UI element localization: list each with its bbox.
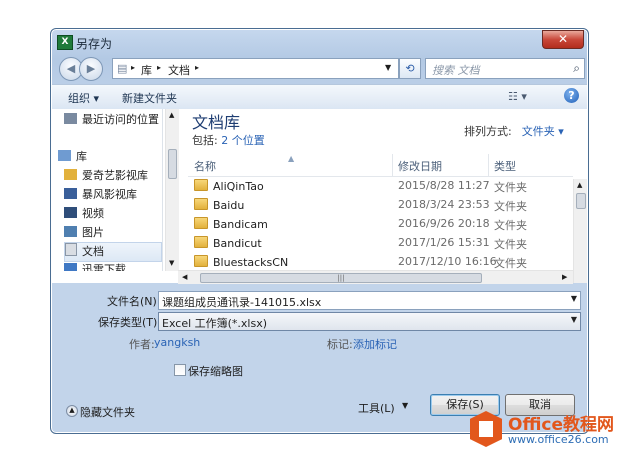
chevron-down-icon[interactable]: ▼ [571,294,577,303]
scroll-up-icon[interactable]: ▲ [169,111,174,119]
navigation-pane: 最近访问的位置 库 爱奇艺影视库 暴风影视库 视频 图片 文档 迅雷下载 [52,109,163,271]
forward-button[interactable]: ▶ [79,57,103,81]
sidebar-item-pictures[interactable]: 图片 [64,224,160,242]
scroll-right-icon[interactable]: ▶ [562,273,567,281]
chevron-down-icon[interactable]: ▼ [402,401,408,410]
locations-link[interactable]: 2 个位置 [221,134,265,147]
dialog-title: 另存为 [76,37,113,51]
library-includes: 包括: 2 个位置 [192,134,265,147]
file-browser: 最近访问的位置 库 爱奇艺影视库 暴风影视库 视频 图片 文档 迅雷下载 ▲ ▼… [52,109,587,284]
chevron-down-icon[interactable]: ▼ [385,63,391,72]
excel-icon: X [57,35,73,50]
office-logo-icon [470,411,502,447]
filetype-select[interactable]: Excel 工作簿(*.xlsx) ▼ [158,312,581,331]
video-icon [64,207,77,218]
file-row[interactable]: AliQinTao 2015/8/28 11:27 文件夹 [188,177,573,196]
view-options-icon[interactable]: ☷ ▾ [508,90,527,103]
navigation-bar: ◀ ▶ ▤ ▸ 库 ▸ 文档 ▸ ▼ ⟲ 搜索 文档 ⌕ [57,55,585,81]
scrollbar-thumb[interactable] [168,149,177,179]
arrange-by-dropdown[interactable]: 文件夹 ▾ [522,125,564,138]
save-thumbnail-label: 保存缩略图 [188,365,243,378]
sidebar-item-library[interactable]: 库 [58,148,154,166]
tags-label: 标记: [327,338,353,351]
watermark: Office教程网 www.office26.com [470,408,630,456]
author-label: 作者: [129,338,155,351]
column-type[interactable]: 类型 [494,158,516,174]
refresh-button[interactable]: ⟲ [399,58,421,79]
documents-icon [65,243,77,256]
sidebar-item-videos[interactable]: 视频 [64,205,160,223]
filetype-value: Excel 工作簿(*.xlsx) [162,317,268,330]
scroll-down-icon[interactable]: ▼ [169,259,174,267]
file-row[interactable]: Baidu 2018/3/24 23:53 文件夹 [188,196,573,215]
file-list-vertical-scrollbar[interactable]: ▲ [573,179,587,283]
scrollbar-thumb[interactable]: ||| [200,273,482,283]
filename-input[interactable]: 课题组成员通讯录-141015.xlsx ▼ [158,291,581,310]
sidebar-item-thunder[interactable]: 迅雷下载 [64,261,160,271]
chevron-up-icon[interactable]: ▲ [66,405,78,417]
chevron-right-icon: ▸ [131,63,136,72]
file-row[interactable]: Bandicut 2017/1/26 15:31 文件夹 [188,234,573,253]
library-icon: ▤ [117,62,128,75]
library-icon [58,150,71,161]
filename-label: 文件名(N): [107,295,161,308]
recent-places-icon [64,113,77,124]
search-input[interactable]: 搜索 文档 ⌕ [425,58,585,79]
author-value[interactable]: yangksh [154,336,200,349]
folder-icon [64,169,77,180]
scrollbar-thumb[interactable] [576,193,586,209]
tools-menu[interactable]: 工具(L) [358,400,395,416]
sidebar-item-recent[interactable]: 最近访问的位置 [64,111,160,129]
search-icon[interactable]: ⌕ [573,61,580,76]
new-folder-button[interactable]: 新建文件夹 [122,90,177,106]
breadcrumb-library[interactable]: 库 [141,62,152,78]
watermark-url: www.office26.com [508,433,609,446]
folder-icon [194,236,208,248]
breadcrumb-documents[interactable]: 文档 [168,62,190,78]
scroll-left-icon[interactable]: ◀ [182,273,187,281]
toolbar: 组织 ▾ 新建文件夹 ☷ ▾ ? [52,84,587,110]
scroll-up-icon[interactable]: ▲ [577,181,582,189]
file-row[interactable]: Bandicam 2016/9/26 20:18 文件夹 [188,215,573,234]
folder-icon [194,217,208,229]
close-button[interactable]: ✕ [542,30,584,49]
save-as-dialog: X 另存为 ✕ ◀ ▶ ▤ ▸ 库 ▸ 文档 ▸ ▼ ⟲ 搜索 文档 ⌕ 组织 … [50,28,589,434]
pictures-icon [64,226,77,237]
folder-icon [194,255,208,267]
column-headers: 名称 ▲ 修改日期 类型 [188,154,573,177]
sidebar-item-documents[interactable]: 文档 [64,242,162,262]
help-icon[interactable]: ? [564,88,579,103]
search-placeholder: 搜索 文档 [432,64,480,77]
address-bar[interactable]: ▤ ▸ 库 ▸ 文档 ▸ ▼ [112,58,399,79]
navigation-scrollbar[interactable]: ▲ ▼ [165,109,179,271]
save-thumbnail-checkbox[interactable] [174,364,186,376]
column-date[interactable]: 修改日期 [398,158,442,174]
filename-value: 课题组成员通讯录-141015.xlsx [162,296,322,309]
sidebar-item-baofeng[interactable]: 暴风影视库 [64,186,160,204]
organize-menu[interactable]: 组织 ▾ [68,90,99,106]
watermark-brand: Office教程网 [508,415,615,435]
thunder-download-icon [64,263,77,271]
filetype-label: 保存类型(T): [98,316,162,329]
chevron-right-icon: ▸ [157,63,162,72]
hide-folders-button[interactable]: 隐藏文件夹 [80,404,135,420]
title-bar: X 另存为 ✕ [51,29,588,55]
chevron-down-icon[interactable]: ▼ [571,315,577,324]
folder-icon [194,179,208,191]
file-list-horizontal-scrollbar[interactable]: ◀ ||| ▶ [178,270,573,284]
folder-icon [194,198,208,210]
column-name[interactable]: 名称 [194,158,216,174]
chevron-right-icon: ▸ [195,63,200,72]
tags-input[interactable]: 添加标记 [353,336,397,352]
sort-arrow-icon: ▲ [288,154,295,163]
video-library-icon [64,188,77,199]
library-title: 文档库 [192,113,241,132]
arrange-by: 排列方式: 文件夹 ▾ [464,125,564,138]
sidebar-item-iqiyi[interactable]: 爱奇艺影视库 [64,167,160,185]
